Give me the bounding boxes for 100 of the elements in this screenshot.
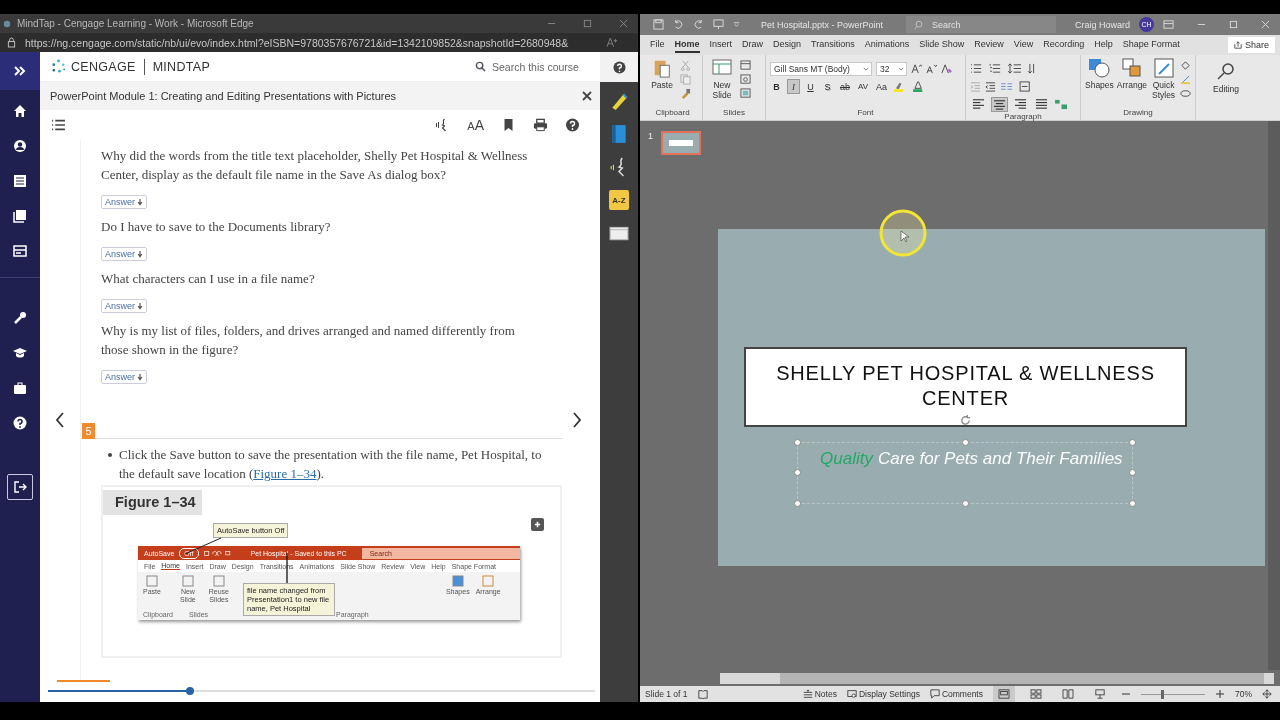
- shrink-font-icon[interactable]: [926, 63, 937, 74]
- resize-handle[interactable]: [962, 500, 969, 507]
- indent-icon[interactable]: [985, 81, 996, 92]
- share-button[interactable]: Share: [1227, 37, 1275, 53]
- display-settings-button[interactable]: Display Settings: [846, 689, 920, 699]
- answer-button[interactable]: Answer: [101, 370, 147, 384]
- ribbon-tab[interactable]: Transitions: [811, 37, 855, 53]
- ribbon-tab[interactable]: Slide Show: [919, 37, 965, 53]
- drawing-button[interactable]: Shapes: [1085, 58, 1114, 108]
- fit-slide-icon[interactable]: [1262, 689, 1272, 699]
- font-name-dropdown[interactable]: Gill Sans MT (Body): [770, 61, 872, 76]
- resize-handle[interactable]: [962, 439, 969, 446]
- ribbon-tab[interactable]: Animations: [864, 37, 910, 53]
- shape-fill-icon[interactable]: [1180, 60, 1191, 71]
- lock-icon[interactable]: [7, 37, 16, 48]
- resize-handle[interactable]: [1129, 439, 1136, 446]
- format-button[interactable]: S: [821, 79, 834, 94]
- accessibility-icon[interactable]: [697, 689, 708, 699]
- ribbon-tab[interactable]: Shape Format: [1122, 37, 1180, 53]
- comments-button[interactable]: Comments: [929, 689, 983, 699]
- book-icon[interactable]: [13, 209, 27, 223]
- ribbon-tab[interactable]: Review: [974, 37, 1004, 53]
- figure-link[interactable]: Figure 1–34: [253, 466, 317, 481]
- presentation-icon[interactable]: [713, 19, 724, 30]
- highlighter-icon[interactable]: [609, 91, 629, 111]
- clear-formatting-icon[interactable]: [941, 63, 952, 74]
- layout-icon[interactable]: [740, 60, 751, 71]
- graduation-cap-icon[interactable]: [13, 346, 27, 360]
- paste-button[interactable]: Paste: [647, 58, 677, 108]
- slide-title[interactable]: SHELLY PET HOSPITAL & WELLNESS CENTER: [744, 347, 1187, 427]
- resize-handle[interactable]: [794, 439, 801, 446]
- glossary-button[interactable]: A-Z: [609, 190, 629, 210]
- redo-icon[interactable]: [693, 19, 704, 30]
- drawing-button[interactable]: Quick Styles: [1150, 58, 1177, 108]
- format-button[interactable]: Aa: [874, 79, 890, 94]
- search-field[interactable]: Search this course: [492, 60, 588, 73]
- font-size-dropdown[interactable]: 32: [876, 61, 907, 76]
- home-icon[interactable]: [13, 104, 27, 118]
- resize-handle[interactable]: [1129, 469, 1136, 476]
- shape-outline-icon[interactable]: [1180, 74, 1191, 85]
- ribbon-display-icon[interactable]: [1163, 19, 1174, 30]
- save-icon[interactable]: [653, 19, 664, 30]
- new-slide-button[interactable]: New Slide: [707, 58, 737, 108]
- ribbon-tab[interactable]: Help: [1094, 37, 1113, 53]
- search-icon[interactable]: [475, 61, 486, 72]
- search-field[interactable]: Search: [906, 16, 1057, 33]
- user-icon[interactable]: [13, 139, 27, 153]
- ribbon-tab[interactable]: Draw: [742, 37, 764, 53]
- list-icon[interactable]: [51, 118, 66, 132]
- drawing-button[interactable]: Arrange: [1116, 58, 1148, 108]
- rotate-handle-icon[interactable]: [959, 414, 972, 427]
- wrench-icon[interactable]: [13, 311, 27, 325]
- view-button[interactable]: [993, 686, 1015, 702]
- ribbon-tab[interactable]: Home: [674, 37, 700, 53]
- format-button[interactable]: AV: [856, 79, 871, 94]
- editing-button[interactable]: Editing: [1206, 62, 1246, 94]
- briefcase-icon[interactable]: [13, 381, 27, 395]
- scrollbar[interactable]: [1268, 121, 1280, 670]
- ribbon-tab[interactable]: Insert: [709, 37, 733, 53]
- notebook-icon[interactable]: [609, 124, 629, 144]
- line-spacing-icon[interactable]: [1008, 63, 1023, 74]
- close-icon[interactable]: [582, 91, 592, 101]
- smartart-icon[interactable]: [1054, 99, 1069, 110]
- card-icon[interactable]: [13, 244, 27, 258]
- expand-button[interactable]: [0, 52, 40, 90]
- align-button[interactable]: [970, 97, 987, 112]
- shape-effects-icon[interactable]: [1180, 88, 1191, 99]
- undo-icon[interactable]: [673, 19, 684, 30]
- expand-figure-button[interactable]: [531, 518, 544, 531]
- ribbon-tab[interactable]: View: [1013, 37, 1034, 53]
- answer-button[interactable]: Answer: [101, 299, 147, 313]
- notes-button[interactable]: Notes: [802, 689, 837, 699]
- resize-handle[interactable]: [1129, 500, 1136, 507]
- section-icon[interactable]: [740, 88, 751, 99]
- resize-handle[interactable]: [794, 500, 801, 507]
- align-button[interactable]: [1012, 97, 1029, 112]
- maximize-icon[interactable]: [583, 19, 592, 28]
- format-button[interactable]: B: [770, 79, 783, 94]
- format-button[interactable]: ab: [838, 79, 852, 94]
- ribbon-tab[interactable]: Design: [773, 37, 802, 53]
- ribbon-tab[interactable]: File: [650, 37, 665, 53]
- ribbon-tab[interactable]: Recording: [1043, 37, 1085, 53]
- align-button[interactable]: [1033, 97, 1050, 112]
- text-size-button[interactable]: AA: [467, 117, 484, 133]
- help-icon[interactable]: [565, 118, 580, 132]
- zoom-in-icon[interactable]: [1215, 689, 1225, 699]
- list-icon[interactable]: [13, 174, 27, 188]
- zoom-level[interactable]: 70%: [1235, 689, 1252, 699]
- format-painter-icon[interactable]: [680, 88, 691, 99]
- help-icon[interactable]: [13, 416, 27, 430]
- print-icon[interactable]: [533, 118, 548, 132]
- search-field[interactable]: Search: [932, 19, 1033, 30]
- align-button[interactable]: [991, 97, 1008, 112]
- answer-button[interactable]: Answer: [101, 247, 147, 261]
- grow-font-icon[interactable]: [911, 63, 922, 74]
- slide-thumbnail[interactable]: [661, 131, 701, 155]
- format-button[interactable]: U: [804, 79, 817, 94]
- reset-icon[interactable]: [740, 74, 751, 85]
- exit-button[interactable]: [7, 474, 33, 500]
- help-icon[interactable]: [612, 60, 626, 74]
